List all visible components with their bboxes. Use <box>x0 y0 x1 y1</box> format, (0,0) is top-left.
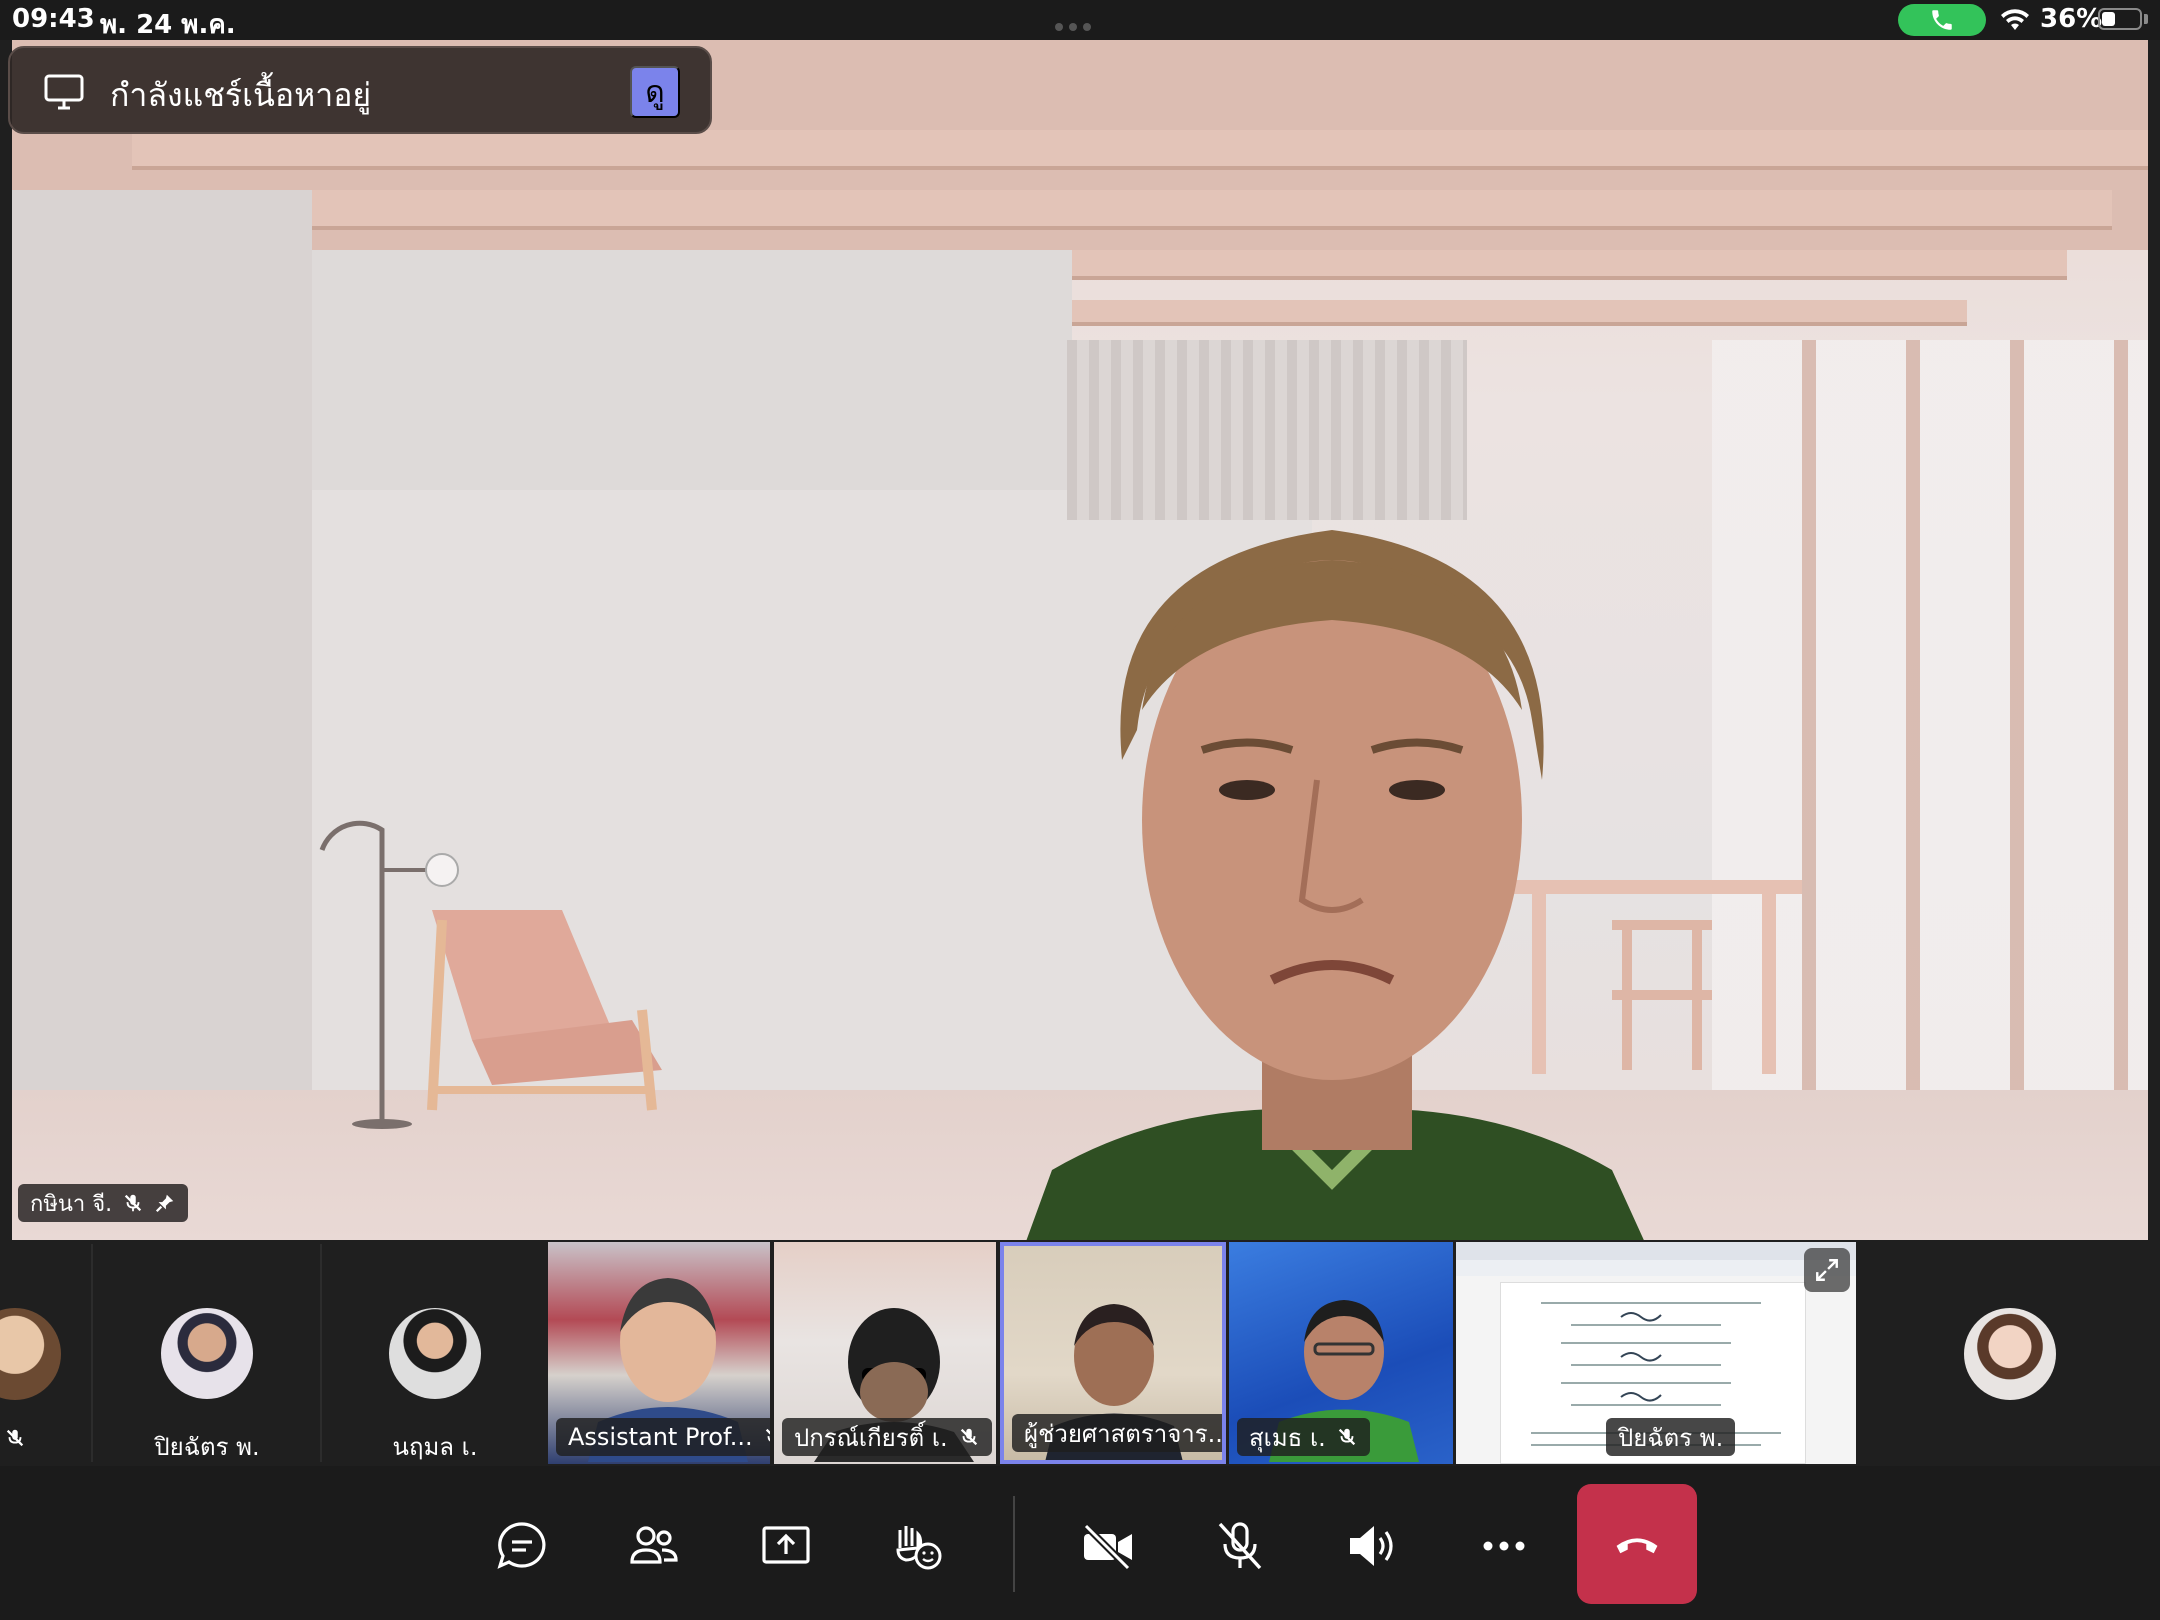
participant-video-tile[interactable]: ปกรณ์เกียรติ์ เ. <box>774 1242 996 1464</box>
participant-name: สุเมธ เ. <box>1249 1423 1326 1452</box>
expand-icon <box>1816 1259 1838 1281</box>
microphone-off-icon[interactable] <box>1212 1518 1268 1574</box>
battery-percentage: 36% <box>2040 4 2103 34</box>
main-video-feed[interactable] <box>12 40 2148 1240</box>
participant-name: ผู้ช่วยศาสตราจาร... <box>1024 1419 1226 1448</box>
shared-browser-tabs <box>1456 1242 1856 1260</box>
participant-name: ปิยฉัตร พ. <box>1618 1423 1724 1452</box>
camera-off-icon[interactable] <box>1080 1518 1136 1574</box>
participant-name: ปกรณ์เกียรติ์ เ. <box>794 1423 948 1452</box>
battery-tip <box>2144 14 2148 24</box>
battery-icon <box>2098 8 2142 30</box>
strip-divider <box>91 1244 93 1462</box>
background-beam <box>222 190 2112 230</box>
participant-label: ปิยฉัตร พ. <box>1606 1418 1736 1456</box>
background-left-wall <box>12 190 312 1190</box>
wifi-icon <box>2001 9 2029 30</box>
background-beam <box>1067 300 1967 326</box>
participant-video-tile-active[interactable]: ผู้ช่วยศาสตราจาร... <box>1000 1242 1226 1464</box>
sharing-status-text: กำลังแชร์เนื้อหาอยู่ <box>110 76 372 114</box>
status-bar: 09:43 พ. 24 พ.ค. 36% <box>0 0 2160 40</box>
content-sharing-banner[interactable]: กำลังแชร์เนื้อหาอยู่ ดู <box>8 46 712 134</box>
background-back-wall <box>312 250 1072 530</box>
chat-icon[interactable] <box>494 1518 550 1574</box>
participant-avatar-partial[interactable] <box>0 1240 90 1466</box>
participant-avatar[interactable]: นฤมล เ. <box>322 1240 548 1466</box>
background-beam <box>1067 250 2067 280</box>
participant-label: สุเมธ เ. <box>1237 1418 1370 1456</box>
avatar <box>1964 1308 2056 1400</box>
avatar <box>161 1308 253 1399</box>
people-icon[interactable] <box>626 1518 682 1574</box>
speaker-video <box>1026 530 1644 1240</box>
monitor-icon <box>44 74 84 110</box>
participant-label: ผู้ช่วยศาสตราจาร... <box>1012 1414 1226 1452</box>
main-speaker-label: กษินา จี. <box>18 1184 189 1222</box>
mic-off-icon <box>6 1429 24 1447</box>
participant-video-tile[interactable]: สุเมธ เ. <box>1229 1242 1453 1464</box>
participant-name: ปิยฉัตร พ. <box>154 1433 260 1461</box>
multitasking-dots-icon[interactable] <box>1055 16 1105 31</box>
status-time: 09:43 <box>12 4 95 34</box>
mic-off-icon <box>960 1428 977 1446</box>
participant-screen-share-tile[interactable]: ปิยฉัตร พ. <box>1456 1242 1856 1464</box>
participant-name: Assistant Prof... <box>568 1423 753 1451</box>
mic-off-icon <box>1338 1428 1355 1446</box>
participant-name: นฤมล เ. <box>392 1433 478 1461</box>
shared-browser-toolbar <box>1456 1260 1856 1276</box>
participant-label: Assistant Prof... <box>556 1418 770 1456</box>
avatar <box>389 1308 481 1399</box>
mic-off-icon <box>124 1194 142 1212</box>
participant-label: ปกรณ์เกียรติ์ เ. <box>782 1418 992 1456</box>
expand-tile-button[interactable] <box>1804 1248 1850 1292</box>
hang-up-icon <box>1616 1538 1658 1554</box>
active-call-icon[interactable] <box>1898 4 1986 36</box>
status-date: พ. 24 พ.ค. <box>100 10 236 40</box>
self-view-avatar[interactable] <box>1860 1240 2160 1466</box>
avatar <box>0 1308 61 1400</box>
controls-divider <box>1013 1496 1015 1592</box>
end-call-button[interactable] <box>1577 1484 1697 1604</box>
speaker-icon[interactable] <box>1344 1518 1400 1574</box>
share-screen-icon[interactable] <box>758 1518 814 1574</box>
participant-avatar[interactable]: ปิยฉัตร พ. <box>94 1240 320 1466</box>
participant-video-tile[interactable]: Assistant Prof... <box>548 1242 770 1464</box>
background-beam <box>132 130 2148 170</box>
view-shared-content-button[interactable]: ดู <box>630 66 680 118</box>
background-chair <box>427 910 662 1111</box>
raise-hand-reactions-icon[interactable] <box>890 1518 946 1574</box>
more-options-icon[interactable] <box>1476 1518 1532 1574</box>
main-speaker-name: กษินา จี. <box>30 1191 113 1217</box>
mic-off-icon <box>765 1428 770 1442</box>
pin-icon <box>156 1194 174 1213</box>
